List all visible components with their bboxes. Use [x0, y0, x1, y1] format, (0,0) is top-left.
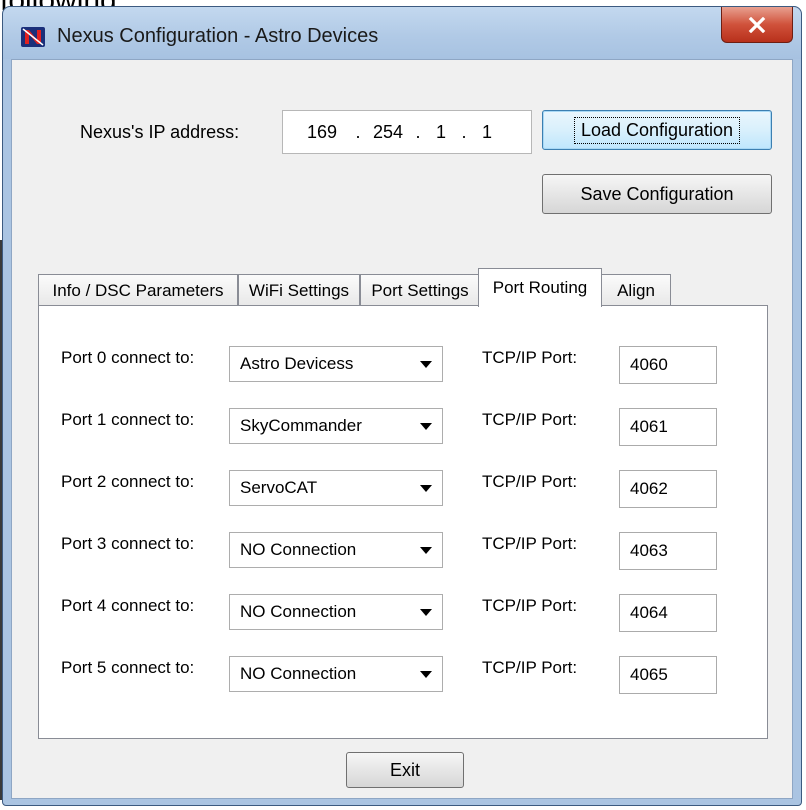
ip-octet-1[interactable]: 169 — [291, 122, 353, 143]
port-2-device-select[interactable]: ServoCAT — [229, 470, 443, 506]
nexus-config-window: Nexus Configuration - Astro Devices Nexu… — [2, 6, 802, 806]
ip-octet-2[interactable]: 254 — [363, 122, 413, 143]
tab-info-dsc-parameters[interactable]: Info / DSC Parameters — [38, 274, 238, 306]
port-3-device-select[interactable]: NO Connection — [229, 532, 443, 568]
port-4-tcp-input[interactable]: 4064 — [619, 594, 717, 632]
port-0-tcp-input[interactable]: 4060 — [619, 346, 717, 384]
port-0-tcp-label: TCP/IP Port: — [482, 348, 578, 367]
exit-label: Exit — [389, 759, 420, 780]
port-5-tcp-input[interactable]: 4065 — [619, 656, 717, 694]
ip-address-label: Nexus's IP address: — [80, 122, 240, 142]
close-button[interactable] — [721, 7, 793, 43]
chevron-down-icon[interactable] — [420, 609, 432, 616]
tab-port-routing[interactable]: Port Routing — [478, 268, 602, 307]
port-3-tcp-input[interactable]: 4063 — [619, 532, 717, 570]
ip-separator: . — [461, 121, 467, 142]
port-5-tcp-label: TCP/IP Port: — [482, 658, 578, 677]
port-1-device-select[interactable]: SkyCommander — [229, 408, 443, 444]
port-3-device-value: NO Connection — [240, 540, 357, 559]
chevron-down-icon[interactable] — [420, 547, 432, 554]
title-bar[interactable]: Nexus Configuration - Astro Devices — [3, 7, 801, 59]
port-5-device-select[interactable]: NO Connection — [229, 656, 443, 692]
port-5-label: Port 5 connect to: — [61, 658, 195, 677]
ip-separator: . — [355, 121, 361, 142]
port-2-tcp-label: TCP/IP Port: — [482, 472, 578, 491]
port-1-tcp-input[interactable]: 4061 — [619, 408, 717, 446]
port-1-label: Port 1 connect to: — [61, 410, 195, 429]
tab-align[interactable]: Align — [601, 274, 671, 306]
ip-separator: . — [415, 121, 421, 142]
chevron-down-icon[interactable] — [420, 671, 432, 678]
save-configuration-label: Save Configuration — [580, 183, 734, 204]
port-5-device-value: NO Connection — [240, 664, 357, 683]
chevron-down-icon[interactable] — [420, 423, 432, 430]
close-x-icon — [748, 16, 766, 33]
window-client-area: Nexus's IP address: 169 . 254 . 1 . 1 Lo… — [11, 59, 793, 799]
port-3-label: Port 3 connect to: — [61, 534, 195, 553]
port-4-device-select[interactable]: NO Connection — [229, 594, 443, 630]
port-4-tcp-label: TCP/IP Port: — [482, 596, 578, 615]
save-configuration-button[interactable]: Save Configuration — [542, 174, 772, 214]
ip-octet-3[interactable]: 1 — [423, 122, 459, 143]
ip-address-field[interactable]: 169 . 254 . 1 . 1 — [282, 110, 532, 154]
tab-wifi-settings[interactable]: WiFi Settings — [238, 274, 360, 306]
port-routing-panel: Port 0 connect to: Astro Devicess TCP/IP… — [38, 305, 768, 739]
exit-button[interactable]: Exit — [346, 752, 464, 788]
port-2-tcp-input[interactable]: 4062 — [619, 470, 717, 508]
chevron-down-icon[interactable] — [420, 485, 432, 492]
port-4-label: Port 4 connect to: — [61, 596, 195, 615]
chevron-down-icon[interactable] — [420, 361, 432, 368]
port-4-device-value: NO Connection — [240, 602, 357, 621]
port-1-device-value: SkyCommander — [240, 416, 362, 435]
port-2-label: Port 2 connect to: — [61, 472, 195, 491]
port-2-device-value: ServoCAT — [240, 478, 318, 497]
load-configuration-button[interactable]: Load Configuration — [542, 110, 772, 150]
ip-octet-4[interactable]: 1 — [469, 122, 505, 143]
port-0-device-value: Astro Devicess — [240, 354, 354, 373]
port-0-device-select[interactable]: Astro Devicess — [229, 346, 443, 382]
window-title: Nexus Configuration - Astro Devices — [57, 25, 379, 47]
nexus-app-icon — [19, 25, 47, 49]
port-1-tcp-label: TCP/IP Port: — [482, 410, 578, 429]
tab-port-settings[interactable]: Port Settings — [360, 274, 480, 306]
port-3-tcp-label: TCP/IP Port: — [482, 534, 578, 553]
load-configuration-label: Load Configuration — [573, 116, 741, 144]
port-0-label: Port 0 connect to: — [61, 348, 195, 367]
